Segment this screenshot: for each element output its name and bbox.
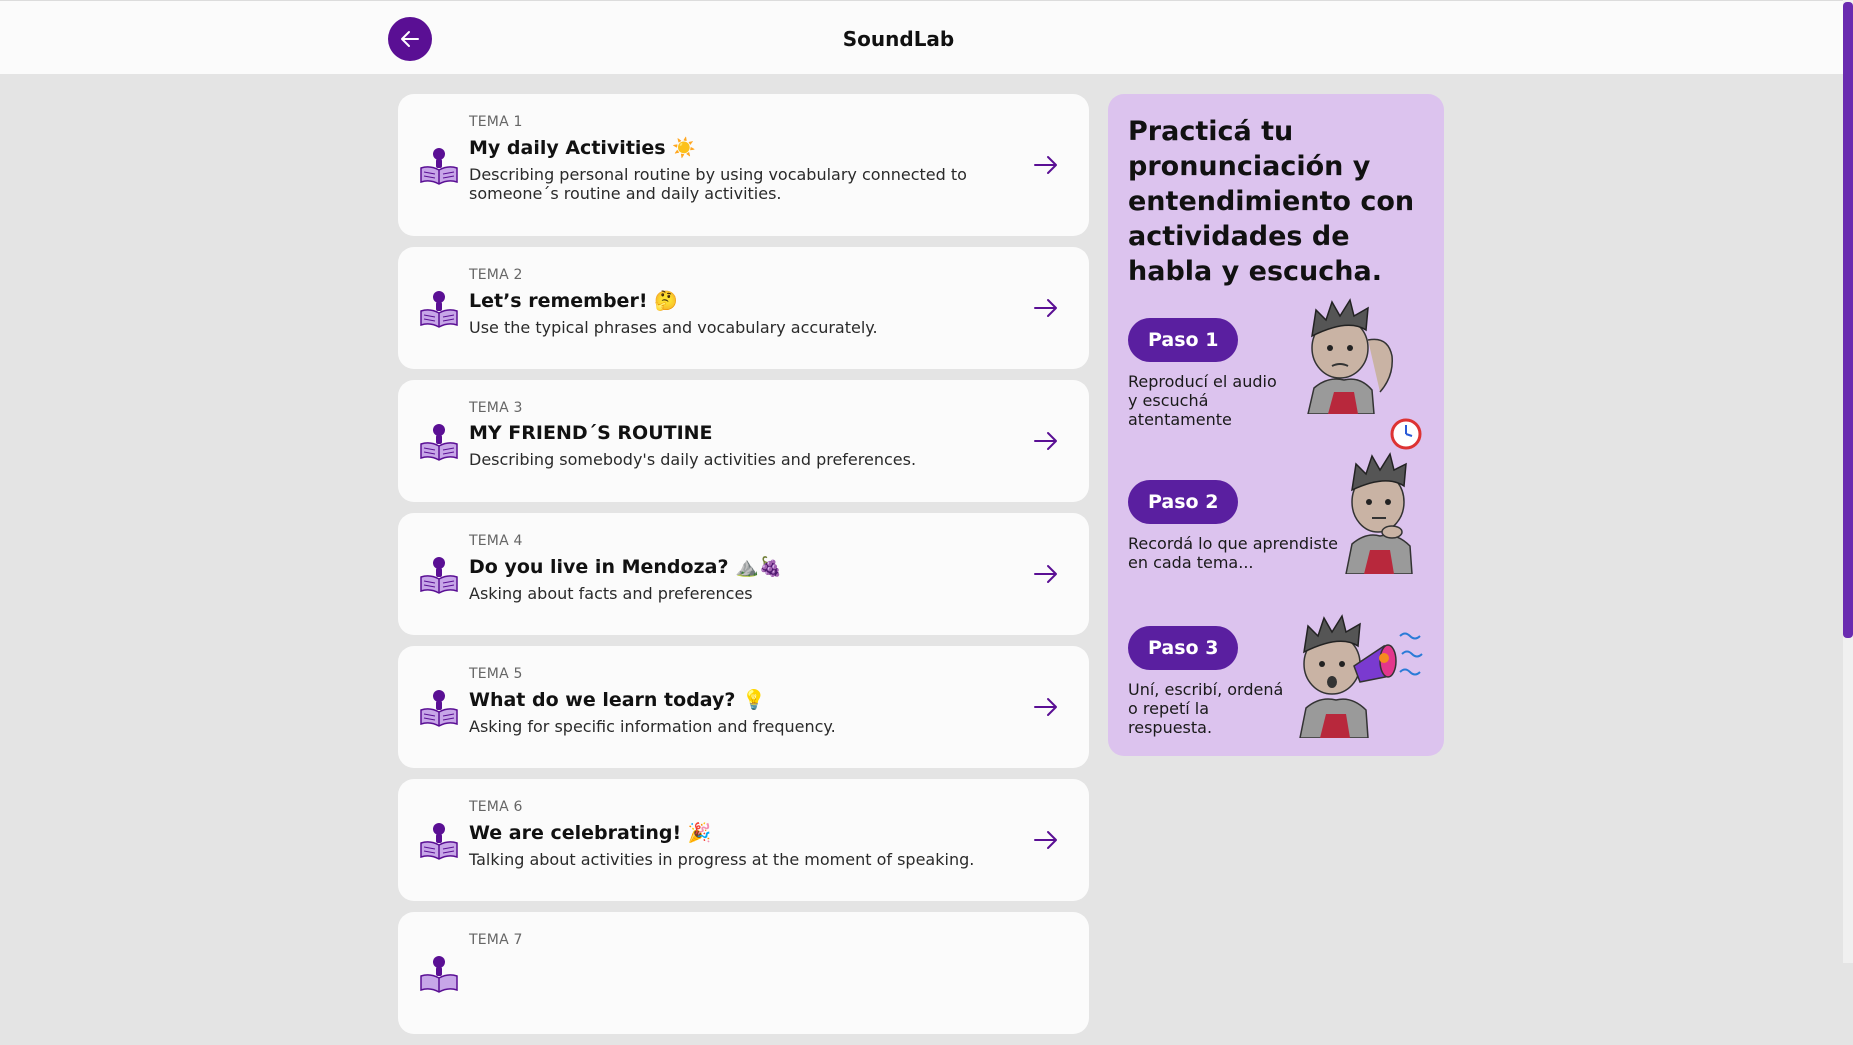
panel-heading: Practicá tu pronunciación y entendimient…: [1128, 116, 1415, 287]
reading-book-icon: [420, 956, 458, 993]
arrow-right-icon[interactable]: [1033, 561, 1059, 587]
topic-list: TEMA 1 My daily Activities ☀️ Describing…: [398, 94, 1089, 1045]
topic-number: TEMA 2: [469, 267, 523, 283]
arrow-right-icon[interactable]: [1033, 694, 1059, 720]
topic-card-7[interactable]: TEMA 7: [398, 912, 1089, 1034]
topic-description: Use the typical phrases and vocabulary a…: [469, 318, 878, 337]
topic-title: My daily Activities ☀️: [469, 137, 696, 159]
thinking-boy-illustration: [1307, 298, 1393, 414]
topic-card-5[interactable]: TEMA 5 What do we learn today? 💡 Asking …: [398, 646, 1089, 768]
arrow-right-icon[interactable]: [1033, 428, 1059, 454]
topic-card-6[interactable]: TEMA 6 We are celebrating! 🎉 Talking abo…: [398, 779, 1089, 901]
topic-number: TEMA 5: [469, 666, 523, 682]
reading-book-icon: [420, 148, 458, 185]
reading-book-icon: [420, 690, 458, 727]
topic-description: Asking about facts and preferences: [469, 584, 753, 603]
topic-card-3[interactable]: TEMA 3 MY FRIEND´S ROUTINE Describing so…: [398, 380, 1089, 502]
page-title: SoundLab: [842, 27, 955, 51]
instructions-panel: Practicá tu pronunciación y entendimient…: [1108, 94, 1444, 756]
step-2-badge: Paso 2: [1128, 480, 1239, 524]
step-1-description: Reproducí el audio y escuchá atentamente: [1128, 372, 1277, 429]
megaphone-boy-illustration: [1299, 614, 1423, 738]
step-1-badge: Paso 1: [1128, 318, 1239, 362]
topic-description: Talking about activities in progress at …: [469, 850, 975, 869]
reading-book-icon: [420, 823, 458, 860]
topic-title: Do you live in Mendoza? ⛰️🍇: [469, 556, 783, 578]
topic-description: Asking for specific information and freq…: [469, 717, 836, 736]
scrollbar-thumb[interactable]: [1843, 2, 1853, 638]
step-3-badge: Paso 3: [1128, 626, 1239, 670]
reading-book-icon: [420, 424, 458, 461]
topic-number: TEMA 1: [469, 114, 523, 130]
topic-card-1[interactable]: TEMA 1 My daily Activities ☀️ Describing…: [398, 94, 1089, 236]
topic-number: TEMA 6: [469, 799, 523, 815]
stopwatch-boy-illustration: [1345, 418, 1422, 574]
topic-title: Let’s remember! 🤔: [469, 290, 678, 312]
reading-book-icon: [420, 291, 458, 328]
arrow-right-icon[interactable]: [1033, 295, 1059, 321]
step-3-description: Uní, escribí, ordená o repetí la respues…: [1128, 680, 1284, 737]
topic-title: We are celebrating! 🎉: [469, 822, 712, 844]
topic-description: Describing somebody's daily activities a…: [469, 450, 917, 469]
topic-title: What do we learn today? 💡: [469, 689, 766, 711]
topic-number: TEMA 3: [469, 400, 523, 416]
topic-number: TEMA 7: [469, 932, 523, 948]
arrow-right-icon[interactable]: [1033, 827, 1059, 853]
topic-number: TEMA 4: [469, 533, 523, 549]
step-2-description: Recordá lo que aprendiste en cada tema..…: [1128, 534, 1338, 572]
topic-card-4[interactable]: TEMA 4 Do you live in Mendoza? ⛰️🍇 Askin…: [398, 513, 1089, 635]
reading-book-icon: [420, 557, 458, 594]
arrow-right-icon[interactable]: [1033, 152, 1059, 178]
app-header: SoundLab: [0, 0, 1853, 74]
topic-card-2[interactable]: TEMA 2 Let’s remember! 🤔 Use the typical…: [398, 247, 1089, 369]
topic-description: Describing personal routine by using voc…: [469, 165, 967, 203]
topic-title: MY FRIEND´S ROUTINE: [469, 422, 713, 444]
